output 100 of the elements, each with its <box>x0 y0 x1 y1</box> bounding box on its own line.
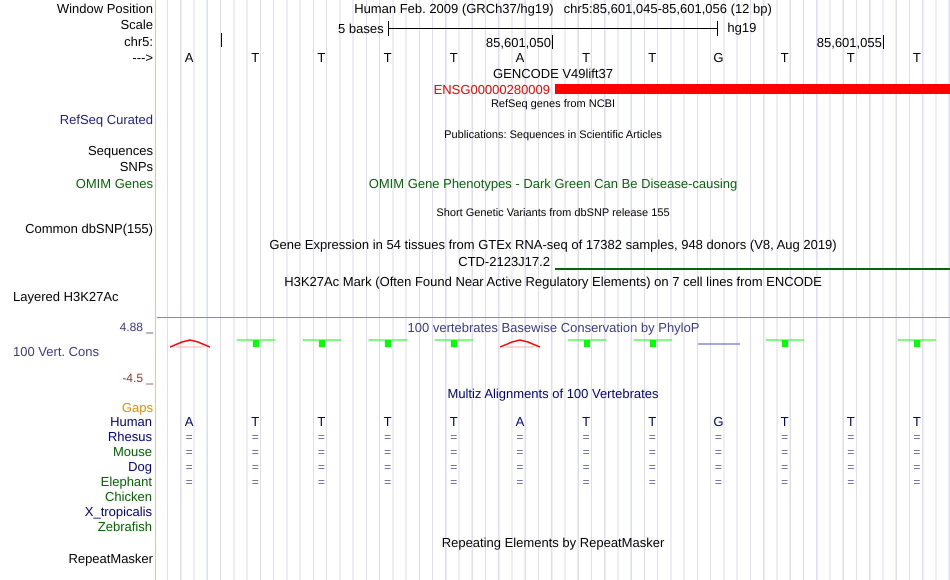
track-title: Repeating Elements by RepeatMasker <box>442 536 664 549</box>
axis-min-label: -4.5 _ <box>122 372 153 384</box>
track-title: 100 vertebrates Basewise Conservation by PhyloP <box>408 320 700 334</box>
coordinate-label: 85,601,055 <box>816 36 882 49</box>
gene-bar[interactable] <box>555 84 950 94</box>
base-letter: G <box>713 415 724 428</box>
track-title: Multiz Alignments of 100 Vertebrates <box>447 387 658 400</box>
track-label[interactable]: ---> <box>132 50 153 64</box>
alignment-match: = <box>582 446 590 458</box>
track-label[interactable]: OMIM Genes <box>76 177 153 190</box>
coordinate-label: 85,601,050 <box>486 36 551 49</box>
track-label[interactable]: Layered H3K27Ac <box>13 290 119 302</box>
alignment-match: = <box>648 430 656 442</box>
track-title: OMIM Gene Phenotypes - Dark Green Can Be Disease-causing <box>368 177 738 190</box>
base-letter: T <box>912 50 921 64</box>
alignment-match: = <box>847 476 854 488</box>
track-label[interactable]: RefSeq Curated <box>60 113 153 126</box>
track-label[interactable]: Sequences <box>88 144 153 157</box>
species-label[interactable]: Chicken <box>105 490 152 503</box>
alignment-match: = <box>847 446 854 458</box>
base-letter: T <box>384 50 392 64</box>
alignment-match: = <box>847 460 854 472</box>
species-label[interactable]: Human <box>110 415 152 428</box>
alignment-match: = <box>913 446 920 458</box>
assembly-name: Human Feb. 2009 (GRCh37/hg19) <box>354 2 554 14</box>
base-letter: T <box>317 415 326 428</box>
alignment-match: = <box>450 476 458 488</box>
alignment-match: = <box>781 476 788 488</box>
track-label[interactable]: RepeatMasker <box>68 552 153 564</box>
scale-text: 5 bases <box>338 22 384 34</box>
alignment-match: = <box>186 460 193 472</box>
alignment-match: = <box>714 476 722 488</box>
alignment-match: = <box>318 430 325 442</box>
alignment-match: = <box>648 460 656 472</box>
alignment-match: = <box>186 446 193 458</box>
alignment-match: = <box>384 446 392 458</box>
base-letter: T <box>450 50 458 64</box>
base-letter: T <box>846 50 855 64</box>
track-title: Short Genetic Variants from dbSNP release 155 <box>436 208 670 219</box>
base-letter: T <box>317 50 326 64</box>
base-letter: A <box>184 50 194 64</box>
assembly-label: hg19 <box>727 20 756 35</box>
base-letter: T <box>582 50 590 64</box>
track-label[interactable]: chr5: <box>124 34 153 48</box>
alignment-match: = <box>781 430 788 442</box>
alignment-match: = <box>252 460 259 472</box>
species-label[interactable]: Mouse <box>112 445 152 458</box>
species-label[interactable]: Rhesus <box>108 430 152 443</box>
axis-max-label: 4.88 _ <box>120 321 153 333</box>
alignment-match: = <box>516 446 524 458</box>
alignment-match: = <box>186 476 193 488</box>
species-label[interactable]: Elephant <box>100 475 152 488</box>
base-letter: A <box>516 415 524 428</box>
alignment-match: = <box>450 446 458 458</box>
alignment-match: = <box>516 460 524 472</box>
track-label[interactable]: Common dbSNP(155) <box>25 222 153 235</box>
track-title: Gene Expression in 54 tissues from GTEx RNA-seq of 17382 samples, 948 donors (V8, Aug 2019) <box>269 238 837 250</box>
base-letter: T <box>450 415 458 428</box>
alignment-match: = <box>516 476 524 488</box>
base-letter: T <box>648 50 656 64</box>
alignment-match: = <box>582 476 590 488</box>
track-label[interactable]: Window Position <box>56 2 153 14</box>
species-label[interactable]: Zebrafish <box>98 520 152 533</box>
base-letter: T <box>384 415 392 428</box>
base-letter: T <box>780 415 789 428</box>
base-letter: T <box>251 50 260 64</box>
alignment-match: = <box>582 430 590 442</box>
alignment-match: = <box>450 430 458 442</box>
alignment-match: = <box>714 430 722 442</box>
alignment-match: = <box>516 430 524 442</box>
gene-name[interactable]: CTD-2123J17.2 <box>458 255 550 268</box>
alignment-match: = <box>648 446 656 458</box>
base-letter: T <box>912 415 921 428</box>
alignment-match: = <box>186 430 193 442</box>
base-letter: A <box>184 415 194 428</box>
track-title: RefSeq genes from NCBI <box>490 99 616 110</box>
alignment-match: = <box>252 446 259 458</box>
species-label[interactable]: Dog <box>128 460 152 473</box>
track-label[interactable]: 100 Vert. Cons <box>13 345 99 358</box>
alignment-match: = <box>252 430 259 442</box>
alignment-match: = <box>913 476 920 488</box>
alignment-match: = <box>714 460 722 472</box>
base-letter: G <box>713 50 724 64</box>
alignment-match: = <box>450 460 458 472</box>
track-title: H3K27Ac Mark (Often Found Near Active Regulatory Elements) on 7 cell lines from ENCODE <box>284 274 822 288</box>
track-label[interactable]: Scale <box>120 18 153 31</box>
alignment-match: = <box>318 446 325 458</box>
position-range: chr5:85,601,045-85,601,056 (12 bp) <box>564 2 772 14</box>
base-letter: T <box>780 50 789 64</box>
track-label[interactable]: SNPs <box>120 160 153 172</box>
gene-name[interactable]: ENSG00000280009 <box>434 82 550 96</box>
ruler-tick <box>221 33 222 47</box>
base-letter: T <box>582 415 590 428</box>
alignment-match: = <box>318 460 325 472</box>
alignment-match: = <box>913 460 920 472</box>
alignment-match: = <box>252 476 259 488</box>
species-label[interactable]: X_tropicalis <box>84 505 152 518</box>
base-letter: T <box>846 415 855 428</box>
alignment-match: = <box>714 446 722 458</box>
alignment-match: = <box>847 430 854 442</box>
